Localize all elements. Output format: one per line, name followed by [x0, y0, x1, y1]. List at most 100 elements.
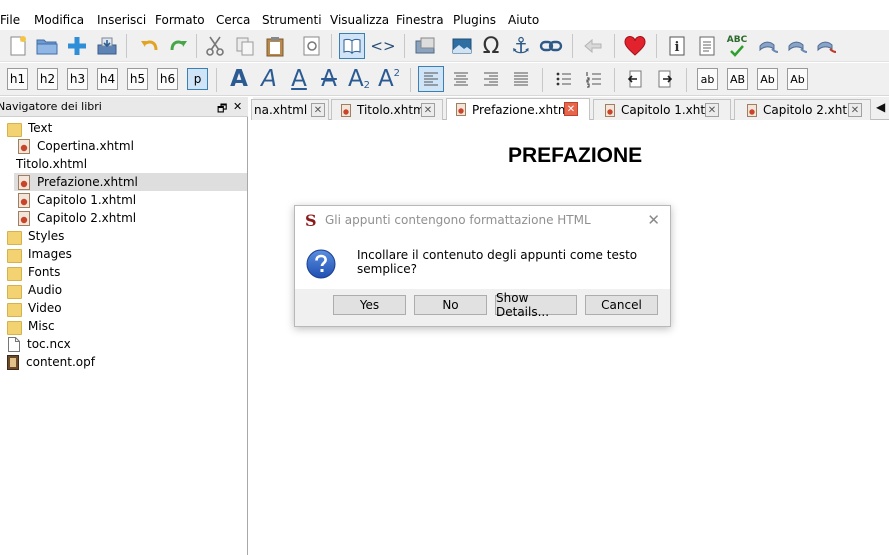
align-right-icon[interactable] [478, 66, 504, 92]
float-panel-icon[interactable]: 🗗 [217, 100, 227, 119]
open-folder-icon[interactable] [34, 33, 60, 59]
show-details-button[interactable]: Show Details... [495, 291, 577, 319]
copy-icon[interactable] [232, 33, 258, 59]
menu-plugins[interactable]: Plugins [453, 13, 504, 27]
tab-scroll-left-button[interactable]: ◀ [876, 100, 885, 114]
subscript-button[interactable]: A2 [346, 66, 372, 92]
align-center-icon[interactable] [448, 66, 474, 92]
menu-formato[interactable]: Formato [155, 13, 213, 27]
validate-epub-icon[interactable] [785, 33, 811, 59]
tree-folder-styles[interactable]: Styles [0, 227, 247, 245]
close-panel-icon[interactable]: ✕ [233, 100, 242, 113]
tree-file-titolo[interactable]: Titolo.xhtml [0, 155, 247, 173]
tree-folder-misc[interactable]: Misc [0, 317, 247, 335]
tree-file-capitolo-1[interactable]: Capitolo 1.xhtml [0, 191, 247, 209]
editor-area[interactable]: PREFAZIONE [253, 121, 889, 555]
heading-1-button[interactable]: h1 [7, 68, 28, 90]
indent-icon[interactable] [652, 66, 678, 92]
xhtml-file-icon [456, 103, 466, 116]
menu-finestra[interactable]: Finestra [396, 13, 452, 27]
validate-icon[interactable] [756, 33, 782, 59]
strikethrough-button[interactable]: A [316, 66, 342, 92]
redo-icon[interactable] [166, 33, 192, 59]
heart-icon[interactable] [622, 33, 648, 59]
close-icon[interactable]: ✕ [848, 103, 862, 117]
spellcheck-icon[interactable]: ABC [724, 33, 750, 59]
cancel-button[interactable]: Cancel [585, 295, 658, 315]
menu-cerca[interactable]: Cerca [216, 13, 258, 27]
xhtml-file-icon [605, 103, 615, 117]
heading-2-button[interactable]: h2 [37, 68, 58, 90]
tree-label: Titolo.xhtml [16, 157, 88, 171]
heading-6-button[interactable]: h6 [157, 68, 178, 90]
book-view-icon[interactable] [339, 33, 365, 59]
tab-capitolo-1[interactable]: Capitolo 1.xhtml ✕ [593, 99, 731, 120]
dialog-body: Incollare il contenuto degli appunti com… [295, 234, 670, 289]
new-file-icon[interactable] [5, 33, 31, 59]
link-icon[interactable] [538, 33, 564, 59]
align-justify-icon[interactable] [508, 66, 534, 92]
undo-icon[interactable] [136, 33, 162, 59]
tree-folder-text[interactable]: Text [0, 119, 247, 137]
menu-strumenti[interactable]: Strumenti [262, 13, 330, 27]
underline-button[interactable]: A [286, 66, 312, 92]
align-left-icon[interactable] [418, 66, 444, 92]
preview-icon[interactable] [299, 33, 325, 59]
bold-button[interactable]: A [226, 66, 252, 92]
lowercase-button[interactable]: ab [697, 68, 718, 90]
tree-file-copertina[interactable]: Copertina.xhtml [0, 137, 247, 155]
tree-label: Audio [28, 283, 63, 297]
menu-aiuto[interactable]: Aiuto [508, 13, 547, 27]
italic-button[interactable]: A [256, 66, 282, 92]
tree-file-toc[interactable]: toc.ncx [0, 335, 247, 353]
save-icon[interactable] [94, 33, 120, 59]
cut-icon[interactable] [202, 33, 228, 59]
heading-5-button[interactable]: h5 [127, 68, 148, 90]
image-icon[interactable] [449, 33, 475, 59]
bullet-list-icon[interactable] [551, 66, 577, 92]
navigator-title: Navigatore dei libri [0, 100, 102, 113]
close-icon[interactable]: ✕ [705, 103, 719, 117]
tree-file-prefazione[interactable]: Prefazione.xhtml [14, 173, 247, 191]
numbered-list-icon[interactable] [581, 66, 607, 92]
info-icon[interactable]: i [664, 33, 690, 59]
no-button[interactable]: No [414, 295, 487, 315]
paste-icon[interactable] [262, 33, 288, 59]
split-view-icon[interactable] [412, 33, 438, 59]
heading-4-button[interactable]: h4 [97, 68, 118, 90]
code-view-icon[interactable]: <> [370, 33, 396, 59]
close-icon[interactable]: ✕ [421, 103, 435, 117]
tree-folder-audio[interactable]: Audio [0, 281, 247, 299]
menu-file[interactable]: File [0, 13, 28, 27]
uppercase-button[interactable]: AB [727, 68, 748, 90]
heading-3-button[interactable]: h3 [67, 68, 88, 90]
yes-button[interactable]: Yes [333, 295, 406, 315]
special-char-icon[interactable]: Ω [478, 33, 504, 59]
dialog-close-icon[interactable]: ✕ [647, 211, 660, 229]
metadata-icon[interactable] [694, 33, 720, 59]
anchor-icon[interactable]: ⚓ [508, 33, 534, 59]
menu-modifica[interactable]: Modifica [34, 13, 92, 27]
back-arrow-icon[interactable] [580, 33, 606, 59]
capitalize-button[interactable]: Ab [787, 68, 808, 90]
tree-folder-images[interactable]: Images [0, 245, 247, 263]
titlecase-button[interactable]: Ab [757, 68, 778, 90]
tab-titolo[interactable]: Titolo.xhtml ✕ [331, 99, 443, 120]
tree-file-content-opf[interactable]: content.opf [0, 353, 247, 371]
paragraph-button[interactable]: p [187, 68, 208, 90]
tree-file-capitolo-2[interactable]: Capitolo 2.xhtml [0, 209, 247, 227]
superscript-button[interactable]: A2 [376, 66, 402, 92]
validate-css-icon[interactable] [814, 33, 840, 59]
tree-folder-fonts[interactable]: Fonts [0, 263, 247, 281]
tab-capitolo-2[interactable]: Capitolo 2.xhtml ✕ [734, 99, 871, 120]
menu-inserisci[interactable]: Inserisci [97, 13, 154, 27]
add-file-icon[interactable] [64, 33, 90, 59]
outdent-icon[interactable] [622, 66, 648, 92]
folder-icon [7, 229, 22, 245]
tree-folder-video[interactable]: Video [0, 299, 247, 317]
tab-prefazione[interactable]: Prefazione.xhtml ✕ [446, 98, 590, 120]
close-icon[interactable]: ✕ [564, 102, 578, 116]
tab-na[interactable]: na.xhtml ✕ [251, 99, 329, 120]
close-icon[interactable]: ✕ [311, 103, 325, 117]
menu-visualizza[interactable]: Visualizza [330, 13, 397, 27]
